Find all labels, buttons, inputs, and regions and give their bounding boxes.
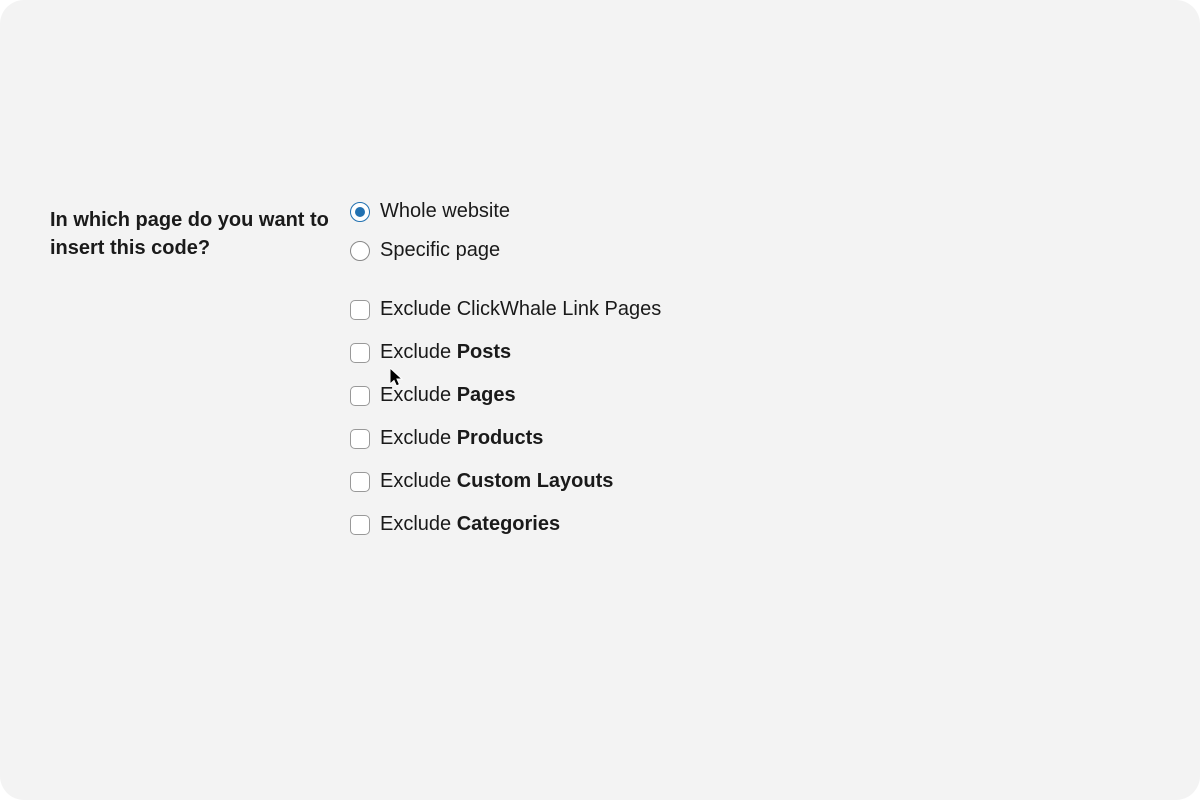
checkbox-exclude-clickwhale-link-pages[interactable]: Exclude ClickWhale Link Pages [350, 298, 1150, 321]
checkbox-icon [350, 343, 370, 363]
checkbox-label: Exclude Custom Layouts [380, 470, 613, 493]
checkbox-icon [350, 472, 370, 492]
radio-icon [350, 202, 370, 222]
radio-option-specific-page[interactable]: Specific page [350, 239, 1150, 262]
radio-icon [350, 241, 370, 261]
checkbox-label: Exclude Products [380, 427, 543, 450]
checkbox-exclude-posts[interactable]: Exclude Posts [350, 341, 1150, 364]
checkbox-exclude-categories[interactable]: Exclude Categories [350, 513, 1150, 536]
radio-label: Specific page [380, 239, 500, 262]
settings-panel: In which page do you want to insert this… [0, 0, 1200, 800]
checkbox-icon [350, 515, 370, 535]
question-label: In which page do you want to insert this… [50, 206, 350, 262]
radio-option-whole-website[interactable]: Whole website [350, 200, 1150, 223]
checkbox-icon [350, 429, 370, 449]
page-scope-radio-group: Whole website Specific page [350, 200, 1150, 262]
checkbox-icon [350, 386, 370, 406]
checkbox-exclude-products[interactable]: Exclude Products [350, 427, 1150, 450]
checkbox-label: Exclude Posts [380, 341, 511, 364]
checkbox-exclude-custom-layouts[interactable]: Exclude Custom Layouts [350, 470, 1150, 493]
exclusions-checkbox-group: Exclude ClickWhale Link Pages Exclude Po… [350, 298, 1150, 536]
options-column: Whole website Specific page Exclude Clic… [350, 200, 1150, 556]
checkbox-label: Exclude Categories [380, 513, 560, 536]
checkbox-exclude-pages[interactable]: Exclude Pages [350, 384, 1150, 407]
checkbox-label: Exclude ClickWhale Link Pages [380, 298, 661, 321]
form-row: In which page do you want to insert this… [50, 200, 1150, 556]
radio-label: Whole website [380, 200, 510, 223]
checkbox-label: Exclude Pages [380, 384, 516, 407]
checkbox-icon [350, 300, 370, 320]
